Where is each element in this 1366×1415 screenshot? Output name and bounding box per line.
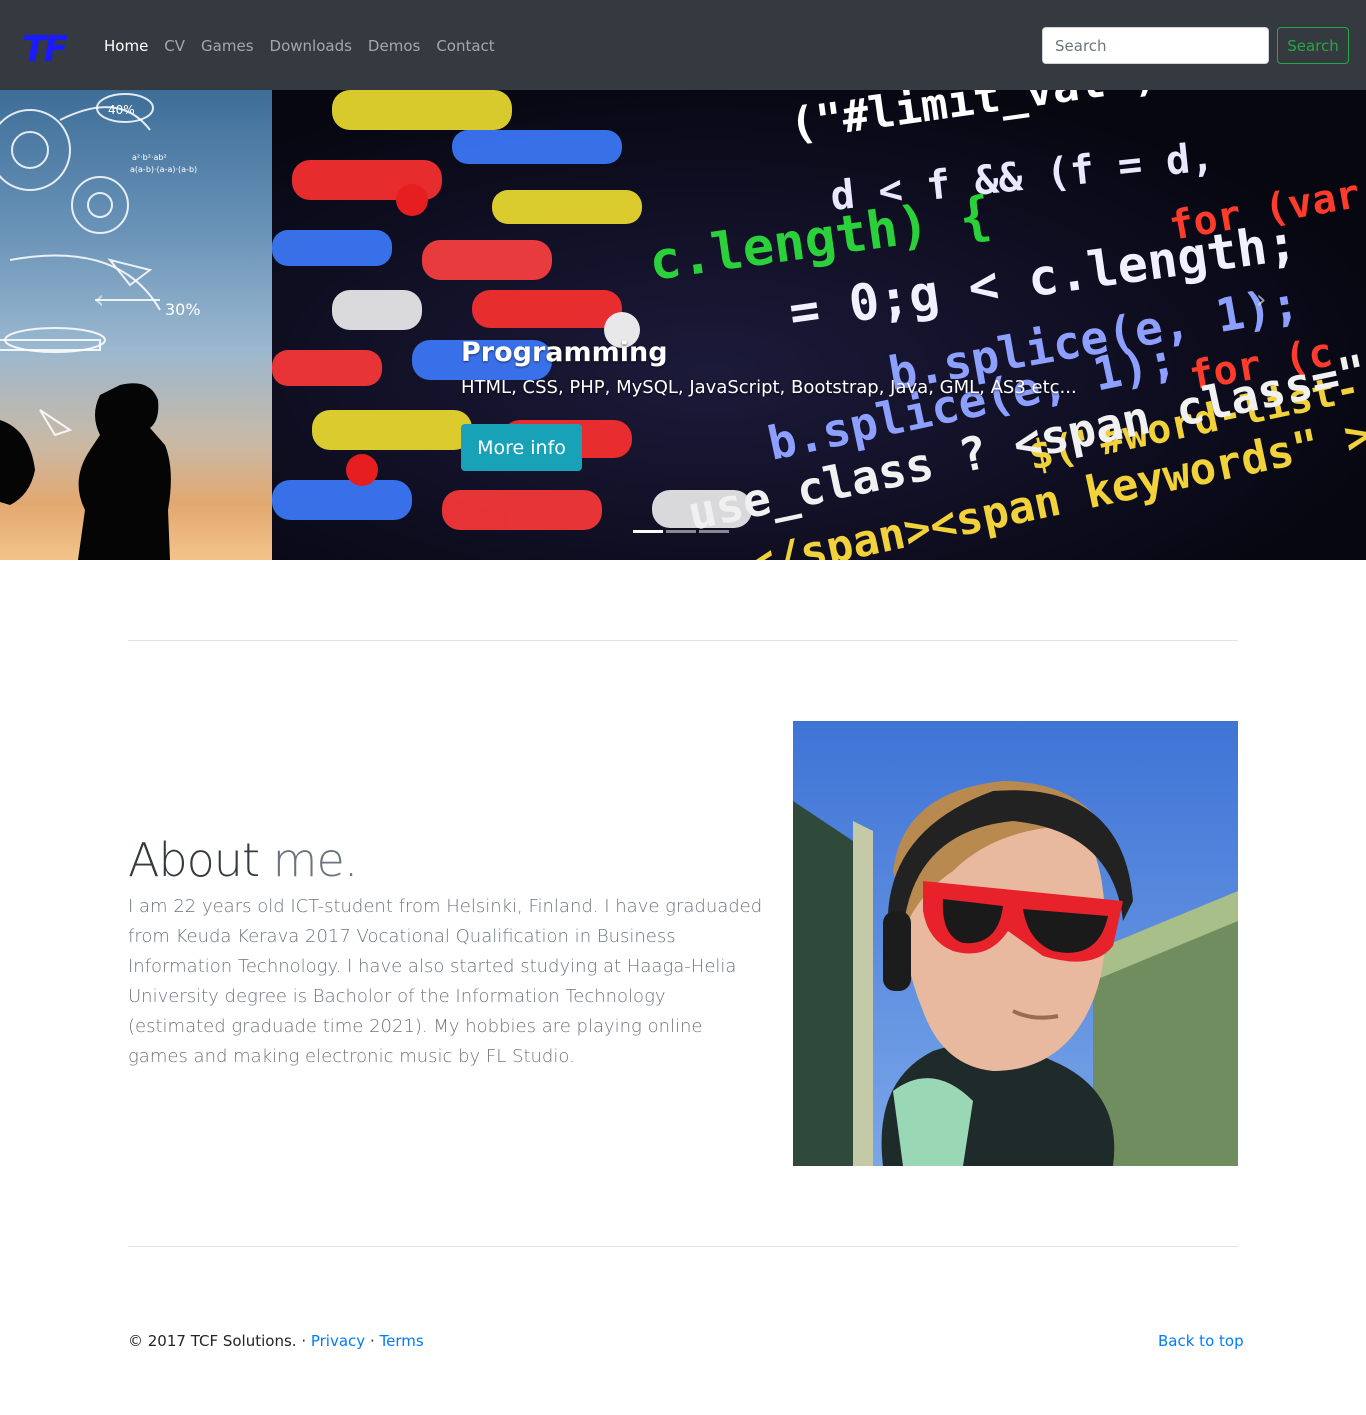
carousel-slide-programming: ("#limit_val").val()), d < f && (f = d, … [272,90,1366,560]
svg-text:TF: TF [22,30,68,66]
back-to-top-link[interactable]: Back to top [1158,1330,1244,1352]
about-heading-main: About [128,833,260,887]
footer-separator: · [365,1332,380,1350]
main-nav: Home CV Games Downloads Demos Contact [96,34,503,58]
code-background-image: ("#limit_val").val()), d < f && (f = d, … [272,90,1366,560]
top-navbar: TF Home CV Games Downloads Demos Contact… [0,0,1366,90]
carousel-prev-icon[interactable]: ‹ [94,285,104,315]
about-text: I am 22 years old ICT-student from Helsi… [128,896,763,1067]
section-divider-top [128,640,1238,641]
search-input[interactable] [1042,27,1269,64]
nav-link-downloads[interactable]: Downloads [262,34,360,58]
carousel-slide-business-image: 40% a²·b²·ab² a(a-b)·(a-a)·(a-b) 30% [0,90,272,560]
carousel-indicators [633,530,729,533]
carousel-indicator-3[interactable] [699,530,729,533]
search-button[interactable]: Search [1277,27,1349,64]
business-silhouette-illustration: 40% a²·b²·ab² a(a-b)·(a-a)·(a-b) 30% [0,93,201,560]
nav-link-contact[interactable]: Contact [428,34,502,58]
profile-photo [793,721,1238,1166]
privacy-link[interactable]: Privacy [311,1332,365,1350]
svg-text:("#limit_val").val()),: ("#limit_val").val()), [786,90,1366,151]
svg-text:40%: 40% [108,103,135,117]
about-heading-muted: me. [272,833,359,887]
carousel-indicator-2[interactable] [666,530,696,533]
footer-copyright-text: © 2017 TCF Solutions. · [128,1332,311,1350]
caption-title: Programming [461,337,668,368]
hero-carousel: 40% a²·b²·ab² a(a-b)·(a-a)·(a-b) 30% ("#… [0,90,1366,560]
nav-link-games[interactable]: Games [193,34,261,58]
nav-link-demos[interactable]: Demos [360,34,428,58]
section-divider-bottom [128,1246,1238,1247]
more-info-button[interactable]: More info [461,424,582,471]
profile-photo-illustration [793,721,1238,1166]
carousel-caption: Programming HTML, CSS, PHP, MySQL, JavaS… [461,336,1077,401]
svg-text:30%: 30% [165,300,201,319]
caption-text: HTML, CSS, PHP, MySQL, JavaScript, Boots… [461,377,1077,398]
carousel-indicator-1[interactable] [633,530,663,533]
footer-copyright: © 2017 TCF Solutions. · Privacy · Terms [128,1330,424,1352]
nav-link-home[interactable]: Home [96,34,156,58]
svg-text:a²·b²·ab²: a²·b²·ab² [132,153,167,162]
nav-link-cv[interactable]: CV [156,34,193,58]
carousel-next-icon[interactable]: › [1256,285,1266,315]
svg-text:a(a-b)·(a-a)·(a-b): a(a-b)·(a-a)·(a-b) [130,165,197,174]
brand-logo[interactable]: TF [22,30,68,66]
about-heading: About me. [128,832,359,888]
terms-link[interactable]: Terms [379,1332,423,1350]
